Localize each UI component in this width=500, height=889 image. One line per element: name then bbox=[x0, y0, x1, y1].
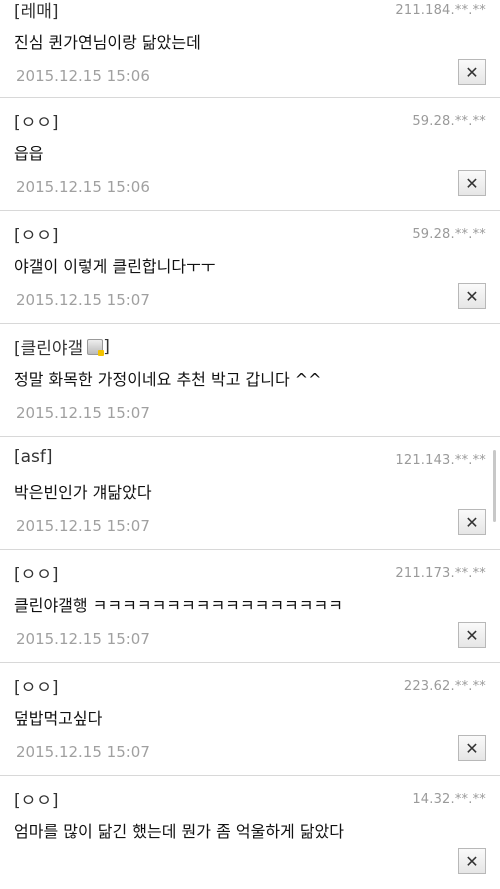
close-icon: ✕ bbox=[465, 286, 479, 306]
comment-date: 2015.12.15 15:07 bbox=[16, 743, 150, 761]
scrollbar[interactable] bbox=[493, 450, 496, 522]
close-icon: ✕ bbox=[465, 738, 479, 758]
comment-ip: 121.143.**.** bbox=[395, 453, 486, 468]
comment-item: [ㅇㅇ] 211.173.**.** 클린야갤행 ㅋㅋㅋㅋㅋㅋㅋㅋㅋㅋㅋㅋㅋㅋㅋ… bbox=[0, 550, 500, 663]
comment-item: [ㅇㅇ] 59.28.**.** 읍읍 2015.12.15 15:06 ✕ bbox=[0, 98, 500, 211]
comment-item: [ㅇㅇ] 59.28.**.** 야갤이 이렇게 클린합니다ㅜㅜ 2015.12… bbox=[0, 211, 500, 324]
comment-item: [asf] 121.143.**.** 박은빈인가 걔닮았다 2015.12.1… bbox=[0, 437, 500, 550]
comment-date: 2015.12.15 15:07 bbox=[16, 630, 150, 648]
comment-text: 야갤이 이렇게 클린합니다ㅜㅜ bbox=[14, 257, 216, 276]
comment-author-bracket: ] bbox=[103, 336, 110, 357]
comment-date: 2015.12.15 15:06 bbox=[16, 67, 150, 85]
comment-ip: 59.28.**.** bbox=[412, 114, 486, 129]
comment-author: [ㅇㅇ] bbox=[14, 565, 59, 585]
comment-author-name: [클린야갤 bbox=[14, 339, 84, 359]
comment-ip: 211.184.**.** bbox=[395, 3, 486, 18]
comment-item: [ㅇㅇ] 223.62.**.** 덮밥먹고싶다 2015.12.15 15:0… bbox=[0, 663, 500, 776]
close-icon: ✕ bbox=[465, 62, 479, 82]
comment-item: [ㅇㅇ] 14.32.**.** 엄마를 많이 닮긴 했는데 뭔가 좀 억울하게… bbox=[0, 776, 500, 889]
comment-author: [asf] bbox=[14, 447, 53, 467]
comment-author: [ㅇㅇ] bbox=[14, 791, 59, 811]
comment-item: [클린야갤 ] 정말 화목한 가정이네요 추천 박고 갑니다 ^^ 2015.1… bbox=[0, 324, 500, 437]
close-icon: ✕ bbox=[465, 512, 479, 532]
delete-comment-button[interactable]: ✕ bbox=[458, 283, 486, 309]
comment-text: 읍읍 bbox=[14, 144, 44, 163]
delete-comment-button[interactable]: ✕ bbox=[458, 59, 486, 85]
comment-author: [클린야갤 ] bbox=[14, 334, 110, 360]
delete-comment-button[interactable]: ✕ bbox=[458, 509, 486, 535]
comment-ip: 59.28.**.** bbox=[412, 227, 486, 242]
comment-date: 2015.12.15 15:07 bbox=[16, 517, 150, 535]
comment-text: 정말 화목한 가정이네요 추천 박고 갑니다 ^^ bbox=[14, 370, 322, 389]
member-badge-icon bbox=[87, 338, 105, 356]
comment-author: [ㅇㅇ] bbox=[14, 226, 59, 246]
comment-date: 2015.12.15 15:07 bbox=[16, 291, 150, 309]
comment-ip: 14.32.**.** bbox=[412, 792, 486, 807]
comment-text: 진심 퀸가연님이랑 닮았는데 bbox=[14, 33, 201, 52]
comment-ip: 223.62.**.** bbox=[403, 679, 486, 694]
comment-text: 박은빈인가 걔닮았다 bbox=[14, 483, 152, 502]
close-icon: ✕ bbox=[465, 173, 479, 193]
comment-date: 2015.12.15 15:06 bbox=[16, 178, 150, 196]
comment-author: [레매] bbox=[14, 2, 59, 22]
delete-comment-button[interactable]: ✕ bbox=[458, 735, 486, 761]
close-icon: ✕ bbox=[465, 625, 479, 645]
comment-text: 엄마를 많이 닮긴 했는데 뭔가 좀 억울하게 닮았다 bbox=[14, 822, 345, 841]
comment-date: 2015.12.15 15:07 bbox=[16, 404, 150, 422]
delete-comment-button[interactable]: ✕ bbox=[458, 622, 486, 648]
close-icon: ✕ bbox=[465, 851, 479, 871]
comment-text: 덮밥먹고싶다 bbox=[14, 709, 103, 728]
delete-comment-button[interactable]: ✕ bbox=[458, 848, 486, 874]
comment-text: 클린야갤행 ㅋㅋㅋㅋㅋㅋㅋㅋㅋㅋㅋㅋㅋㅋㅋㅋㅋ bbox=[14, 596, 343, 615]
comment-author: [ㅇㅇ] bbox=[14, 678, 59, 698]
comment-ip: 211.173.**.** bbox=[395, 566, 486, 581]
comment-list: [레매] 211.184.**.** 진심 퀸가연님이랑 닮았는데 2015.1… bbox=[0, 0, 500, 889]
comment-author: [ㅇㅇ] bbox=[14, 113, 59, 133]
delete-comment-button[interactable]: ✕ bbox=[458, 170, 486, 196]
comment-item: [레매] 211.184.**.** 진심 퀸가연님이랑 닮았는데 2015.1… bbox=[0, 0, 500, 98]
